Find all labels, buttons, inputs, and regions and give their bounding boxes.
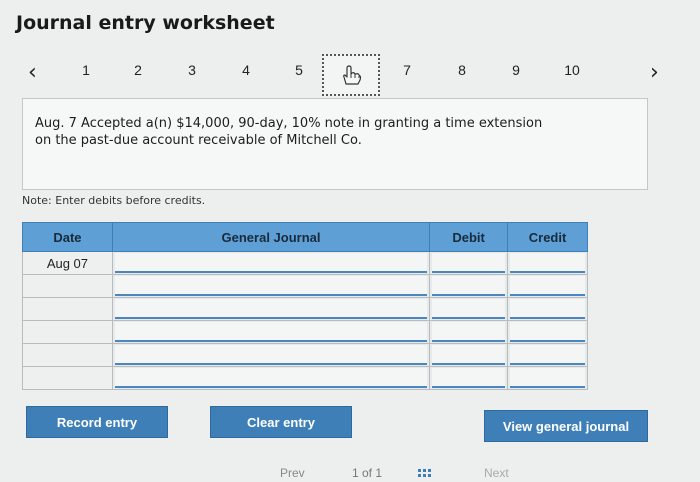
prev-link[interactable]: Prev [280,466,305,480]
journal-table: Date General Journal Debit Credit Aug 07 [22,222,588,390]
credit-cell[interactable] [507,297,588,321]
account-cell[interactable] [111,366,431,390]
note-text: Note: Enter debits before credits. [22,194,206,207]
step-3[interactable]: 3 [180,62,204,78]
table-row [22,366,588,390]
step-2[interactable]: 2 [126,62,150,78]
credit-cell[interactable] [507,251,588,275]
credit-input[interactable] [510,322,585,342]
question-line-1: Aug. 7 Accepted a(n) $14,000, 90-day, 10… [35,116,543,131]
step-10[interactable]: 10 [560,62,584,78]
date-cell [22,343,113,367]
step-4[interactable]: 4 [234,62,258,78]
step-9[interactable]: 9 [504,62,528,78]
debit-cell[interactable] [429,366,509,390]
date-cell [22,274,113,298]
credit-cell[interactable] [507,366,588,390]
credit-input[interactable] [510,299,585,319]
chevron-right-icon[interactable]: › [650,60,659,85]
grid-icon[interactable] [418,468,432,482]
table-row [22,297,588,321]
account-input[interactable] [114,322,428,342]
account-cell[interactable] [111,274,431,298]
chevron-left-icon[interactable]: ‹ [28,60,37,85]
debit-cell[interactable] [429,297,509,321]
debit-input[interactable] [432,276,506,296]
debit-cell[interactable] [429,251,509,275]
page-indicator: 1 of 1 [352,466,383,480]
journal-header-row: Date General Journal Debit Credit [22,222,588,252]
account-input[interactable] [114,276,428,296]
step-6-current[interactable] [322,54,380,96]
date-cell [22,297,113,321]
date-header: Date [22,222,113,252]
debit-input[interactable] [432,368,506,388]
account-cell[interactable] [111,297,431,321]
debit-input[interactable] [432,345,506,365]
step-1[interactable]: 1 [74,62,98,78]
credit-cell[interactable] [507,274,588,298]
debit-header: Debit [429,222,509,252]
account-input[interactable] [114,299,428,319]
account-cell[interactable] [111,320,431,344]
date-cell [22,320,113,344]
table-row [22,274,588,298]
step-7[interactable]: 7 [395,62,419,78]
debit-input[interactable] [432,299,506,319]
account-input[interactable] [114,345,428,365]
next-link[interactable]: Next [484,466,509,480]
hand-pointer-icon [343,65,362,85]
record-entry-button[interactable]: Record entry [26,406,168,438]
view-general-journal-button[interactable]: View general journal [484,410,648,442]
date-cell [22,366,113,390]
date-cell: Aug 07 [22,251,113,275]
credit-input[interactable] [510,276,585,296]
debit-input[interactable] [432,253,506,273]
credit-header: Credit [507,222,588,252]
credit-input[interactable] [510,368,585,388]
account-input[interactable] [114,368,428,388]
account-cell[interactable] [111,251,431,275]
question-line-2: on the past-due account receivable of Mi… [35,133,362,148]
step-8[interactable]: 8 [450,62,474,78]
general-journal-header: General Journal [111,222,431,252]
question-box: Aug. 7 Accepted a(n) $14,000, 90-day, 10… [22,98,648,190]
credit-input[interactable] [510,253,585,273]
credit-input[interactable] [510,345,585,365]
account-input[interactable] [114,253,428,273]
table-row [22,343,588,367]
grid-icon-graphic [418,469,431,477]
table-row: Aug 07 [22,251,588,275]
debit-cell[interactable] [429,274,509,298]
credit-cell[interactable] [507,343,588,367]
credit-cell[interactable] [507,320,588,344]
step-5[interactable]: 5 [287,62,311,78]
clear-entry-button[interactable]: Clear entry [210,406,352,438]
question-nav: ‹ 1 2 3 4 5 7 8 9 10 › [0,52,700,102]
debit-input[interactable] [432,322,506,342]
page-title: Journal entry worksheet [16,12,275,34]
account-cell[interactable] [111,343,431,367]
table-row [22,320,588,344]
debit-cell[interactable] [429,343,509,367]
debit-cell[interactable] [429,320,509,344]
